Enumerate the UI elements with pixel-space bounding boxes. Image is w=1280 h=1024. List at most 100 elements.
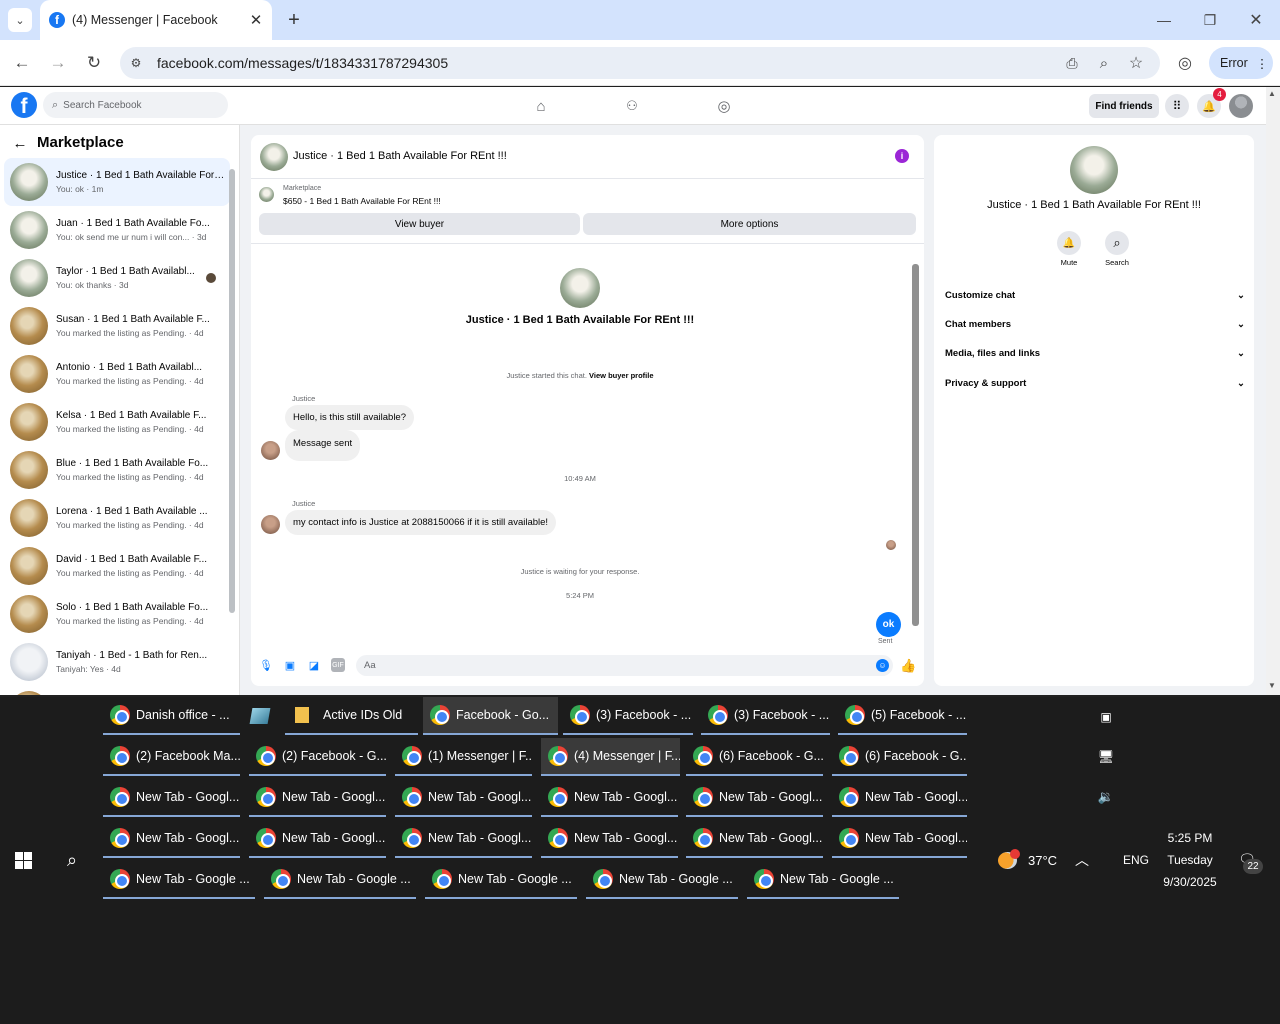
meet-now-icon[interactable]: ▣ bbox=[1096, 707, 1116, 727]
profile-avatar[interactable] bbox=[1070, 146, 1118, 194]
taskbar-window[interactable]: (5) Facebook - ... bbox=[838, 697, 967, 735]
menu-grid-icon[interactable]: ⠿ bbox=[1165, 94, 1189, 118]
volume-icon[interactable]: 🔉 bbox=[1096, 787, 1116, 807]
taskbar-window[interactable]: (2) Facebook Ma... bbox=[103, 738, 240, 776]
active-tab[interactable]: f (4) Messenger | Facebook ✕ bbox=[40, 0, 272, 40]
taskbar-window[interactable]: (4) Messenger | F... bbox=[541, 738, 680, 776]
chat-row[interactable]: Susan · 1 Bed 1 Bath Available F... You m… bbox=[4, 302, 230, 350]
taskbar-window[interactable]: (3) Facebook - ... bbox=[563, 697, 693, 735]
taskbar-window[interactable]: New Tab - Google ... bbox=[586, 861, 738, 899]
message-bubble[interactable]: Hello, is this still available? bbox=[285, 405, 414, 430]
chat-header-title[interactable]: Justice · 1 Bed 1 Bath Available For REn… bbox=[293, 150, 507, 162]
taskbar-window[interactable]: New Tab - Google ... bbox=[264, 861, 416, 899]
chat-row[interactable]: Justice · 1 Bed 1 Bath Available For REn… bbox=[4, 158, 230, 206]
scroll-down-icon[interactable]: ▼ bbox=[1268, 681, 1276, 690]
taskbar-window[interactable]: New Tab - Google ... bbox=[103, 861, 255, 899]
like-thumbs-up-icon[interactable]: 👍 bbox=[900, 658, 916, 673]
sticker-icon[interactable]: ◪ bbox=[307, 658, 321, 672]
chat-row[interactable]: Taylor · 1 Bed 1 Bath Availabl... You: ok… bbox=[4, 254, 230, 302]
account-avatar[interactable] bbox=[1229, 94, 1253, 118]
message-composer-input[interactable]: Aa bbox=[356, 655, 893, 676]
taskbar-window[interactable]: New Tab - Google ... bbox=[747, 861, 899, 899]
chat-row[interactable]: Juan · 1 Bed 1 Bath Available Fo... You: … bbox=[4, 206, 230, 254]
site-info-icon[interactable]: ⚙ bbox=[126, 53, 146, 73]
sender-avatar[interactable] bbox=[261, 515, 280, 534]
taskbar-window[interactable]: (6) Facebook - G... bbox=[832, 738, 967, 776]
left-scrollbar-thumb[interactable] bbox=[229, 169, 235, 613]
media-files-section[interactable]: Media, files and links ⌄ bbox=[945, 348, 1245, 359]
chevron-up-icon[interactable]: ︿ bbox=[1072, 850, 1092, 870]
photo-icon[interactable]: ▣ bbox=[283, 658, 297, 672]
taskbar-window[interactable]: (2) Facebook - G... bbox=[249, 738, 386, 776]
taskbar-window[interactable]: Facebook - Go... bbox=[423, 697, 558, 735]
taskbar-window[interactable]: New Tab - Googl... bbox=[832, 820, 967, 858]
minimize-icon[interactable]: — bbox=[1152, 8, 1176, 32]
zoom-icon[interactable]: ⌕ bbox=[1093, 52, 1115, 74]
taskbar-window[interactable]: New Tab - Googl... bbox=[249, 779, 386, 817]
window-close-icon[interactable]: ✕ bbox=[1244, 8, 1268, 32]
reload-icon[interactable]: ↻ bbox=[82, 51, 106, 75]
weather-temp[interactable]: 37°C bbox=[1028, 853, 1057, 868]
url-text[interactable]: facebook.com/messages/t/1834331787294305 bbox=[157, 55, 448, 71]
emoji-icon[interactable]: ☺ bbox=[876, 659, 889, 672]
taskbar-window[interactable]: (3) Facebook - ... bbox=[701, 697, 830, 735]
taskbar-window[interactable]: New Tab - Googl... bbox=[686, 779, 823, 817]
message-bubble[interactable]: Message sent bbox=[285, 430, 361, 461]
chat-members-section[interactable]: Chat members ⌄ bbox=[945, 319, 1245, 330]
chat-row[interactable]: Blue · 1 Bed 1 Bath Available Fo... You m… bbox=[4, 446, 230, 494]
my-message-bubble[interactable]: ok bbox=[876, 612, 901, 637]
facebook-logo-icon[interactable]: f bbox=[11, 92, 37, 118]
search-in-chat-icon[interactable]: ⌕ bbox=[1105, 231, 1129, 255]
chat-row[interactable]: Solo · 1 Bed 1 Bath Available Fo... You m… bbox=[4, 590, 230, 638]
clock-time[interactable]: 5:25 PM bbox=[1158, 831, 1222, 845]
taskbar-window[interactable]: Active IDs Old bbox=[285, 697, 418, 735]
forward-icon[interactable]: → bbox=[46, 51, 70, 75]
mute-label[interactable]: Mute bbox=[1049, 258, 1089, 267]
clock-day[interactable]: Tuesday bbox=[1158, 853, 1222, 867]
gif-icon[interactable]: GIF bbox=[331, 658, 345, 672]
windows-start-icon[interactable] bbox=[15, 852, 32, 869]
taskbar-window[interactable]: New Tab - Googl... bbox=[541, 779, 678, 817]
profile-error-button[interactable]: Error ⋮ bbox=[1209, 47, 1273, 79]
tab-search-button[interactable]: ⌄ bbox=[8, 8, 32, 32]
restore-icon[interactable]: ❐ bbox=[1198, 8, 1222, 32]
taskbar-window[interactable]: New Tab - Googl... bbox=[395, 779, 532, 817]
mute-bell-icon[interactable]: 🔔 bbox=[1057, 231, 1081, 255]
chat-row-partial[interactable] bbox=[4, 686, 230, 695]
taskbar-window[interactable]: Danish office - ... bbox=[103, 697, 240, 735]
taskbar-window[interactable]: New Tab - Googl... bbox=[541, 820, 678, 858]
new-tab-button[interactable]: + bbox=[282, 8, 306, 32]
install-app-icon[interactable]: ⎙ bbox=[1061, 52, 1083, 74]
clock-date[interactable]: 9/30/2025 bbox=[1158, 875, 1222, 889]
taskbar-search-icon[interactable]: ⌕ bbox=[61, 849, 83, 871]
taskbar-window[interactable]: New Tab - Googl... bbox=[249, 820, 386, 858]
sender-avatar[interactable] bbox=[261, 441, 280, 460]
conversation-info-icon[interactable]: i bbox=[895, 149, 909, 163]
search-label[interactable]: Search bbox=[1097, 258, 1137, 267]
page-scrollbar[interactable]: ▲ ▼ bbox=[1266, 87, 1280, 695]
chat-header-avatar[interactable] bbox=[260, 143, 288, 171]
view-buyer-profile-link[interactable]: View buyer profile bbox=[589, 371, 653, 380]
chat-row[interactable]: Taniyah · 1 Bed - 1 Bath for Ren... Taniy… bbox=[4, 638, 230, 686]
chat-row[interactable]: Kelsa · 1 Bed 1 Bath Available F... You m… bbox=[4, 398, 230, 446]
bookmark-star-icon[interactable]: ☆ bbox=[1125, 52, 1147, 74]
home-icon[interactable]: ⌂ bbox=[530, 96, 552, 116]
more-options-button[interactable]: More options bbox=[583, 213, 916, 235]
chat-row[interactable]: David · 1 Bed 1 Bath Available F... You m… bbox=[4, 542, 230, 590]
tab-close-icon[interactable]: ✕ bbox=[246, 10, 266, 30]
taskbar-window[interactable]: New Tab - Googl... bbox=[395, 820, 532, 858]
taskbar-window[interactable]: New Tab - Googl... bbox=[832, 779, 967, 817]
groups-icon[interactable]: ◎ bbox=[713, 96, 735, 116]
view-buyer-button[interactable]: View buyer bbox=[259, 213, 580, 235]
friends-icon[interactable]: ⚇ bbox=[621, 96, 643, 116]
buyer-avatar[interactable] bbox=[560, 268, 600, 308]
taskbar-window[interactable]: New Tab - Googl... bbox=[103, 779, 240, 817]
taskbar-window[interactable]: New Tab - Googl... bbox=[103, 820, 240, 858]
language-indicator[interactable]: ENG bbox=[1123, 853, 1149, 867]
taskbar-window[interactable]: New Tab - Googl... bbox=[686, 820, 823, 858]
listing-title[interactable]: $650 - 1 Bed 1 Bath Available For REnt !… bbox=[283, 196, 441, 206]
find-friends-button[interactable]: Find friends bbox=[1089, 94, 1159, 118]
scroll-up-icon[interactable]: ▲ bbox=[1268, 89, 1276, 98]
chat-scrollbar-thumb[interactable] bbox=[912, 264, 919, 626]
taskbar-window[interactable]: New Tab - Google ... bbox=[425, 861, 577, 899]
